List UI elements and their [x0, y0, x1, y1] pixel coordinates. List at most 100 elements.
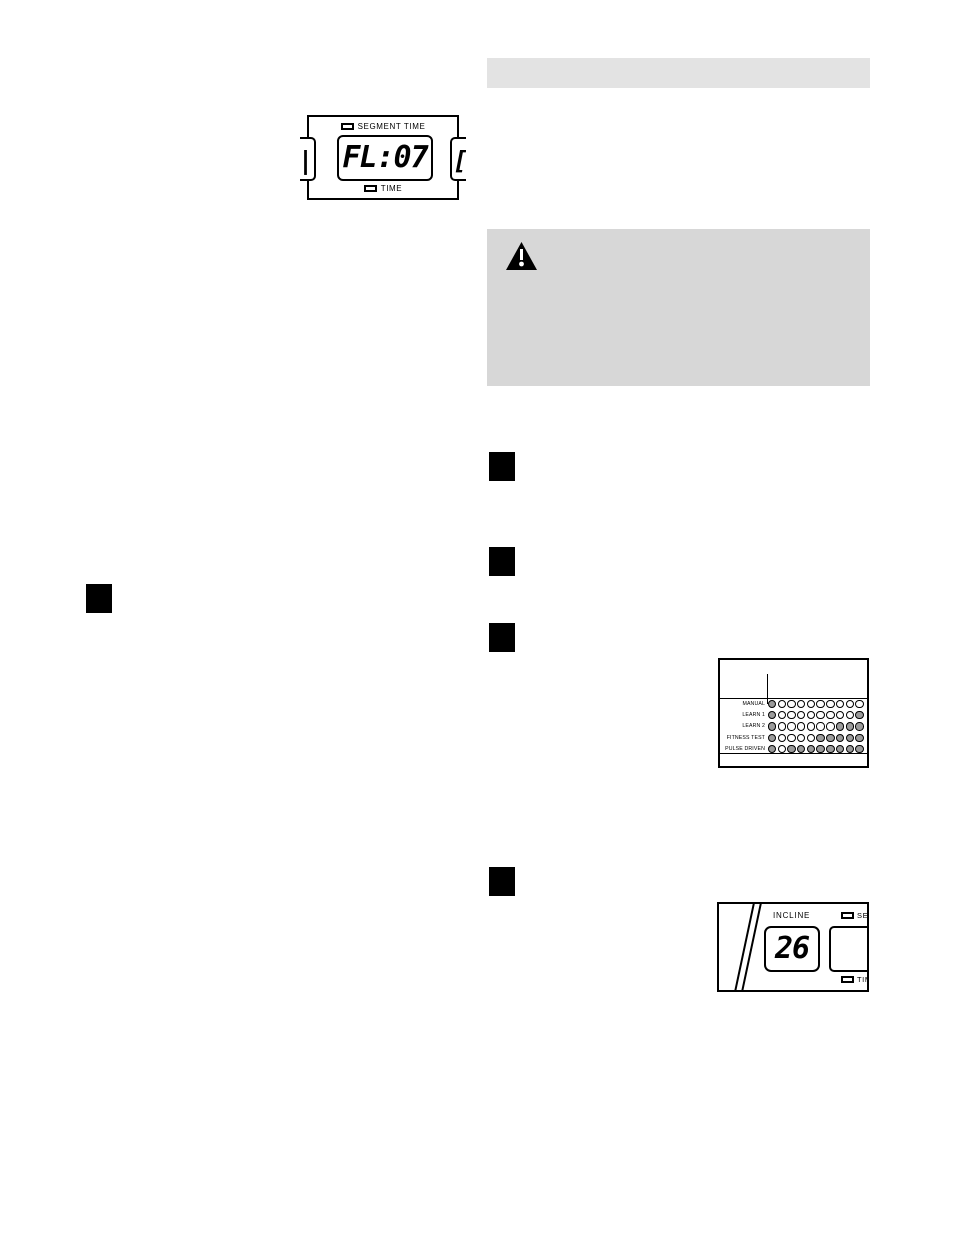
- matrix-dot: [787, 733, 796, 743]
- matrix-row-label-learn-2: LEARN 2: [742, 723, 765, 730]
- display-partial-left: |: [300, 137, 316, 181]
- led-indicator-icon: [363, 185, 377, 192]
- matrix-dot: [797, 733, 806, 743]
- section-header-bar: [487, 58, 870, 88]
- warning-panel: [487, 229, 870, 386]
- matrix-dots-manual: [767, 699, 864, 708]
- matrix-row: LEARN 2: [720, 721, 867, 732]
- matrix-dot: [797, 745, 806, 754]
- matrix-dot: [768, 733, 777, 743]
- matrix-dot: [797, 722, 806, 731]
- segment-time-lcd: FL:07: [337, 135, 433, 181]
- matrix-dot: [835, 745, 845, 754]
- matrix-dot: [777, 733, 787, 743]
- matrix-dot: [797, 699, 806, 708]
- incline-label: INCLINE: [773, 911, 811, 920]
- matrix-row-label-pulse-driven: PULSE DRIVEN: [725, 746, 765, 753]
- matrix-dot: [787, 722, 796, 731]
- step-marker-right-4: [489, 867, 515, 896]
- figure-incline-console: INCLINE 26 SEG TIM: [717, 902, 869, 992]
- matrix-dot: [787, 699, 796, 708]
- matrix-dot: [806, 699, 816, 708]
- matrix-dot: [826, 710, 835, 720]
- matrix-dots-learn-2: [767, 722, 864, 731]
- console-time-indicator-row: TIM: [841, 975, 867, 984]
- matrix-dot: [797, 710, 806, 720]
- matrix-dot: [845, 722, 854, 731]
- matrix-dot: [806, 722, 816, 731]
- matrix-dot: [835, 710, 845, 720]
- matrix-dot: [787, 710, 796, 720]
- matrix-dot: [845, 699, 854, 708]
- matrix-dot: [835, 722, 845, 731]
- matrix-dot: [845, 710, 854, 720]
- matrix-dot: [768, 710, 777, 720]
- console-time-indicator-label: TIM: [857, 975, 867, 984]
- step-marker-right-2: [489, 547, 515, 576]
- led-indicator-icon: [841, 976, 854, 983]
- matrix-dot: [806, 710, 816, 720]
- matrix-dot: [835, 733, 845, 743]
- led-indicator-icon: [841, 912, 854, 919]
- incline-lcd-value: 26: [774, 931, 810, 966]
- matrix-dot: [768, 699, 777, 708]
- matrix-row: FITNESS TEST: [720, 732, 867, 743]
- matrix-row: LEARN 1: [720, 709, 867, 720]
- matrix-dot: [806, 745, 816, 754]
- matrix-dot: [768, 745, 777, 754]
- matrix-dot: [777, 710, 787, 720]
- matrix-dot: [855, 733, 864, 743]
- manual-page: | [ SEGMENT TIME FL:07 TIME MANUAL: [0, 0, 954, 1235]
- matrix-dots-learn-1: [767, 710, 864, 720]
- step-marker-right-3: [489, 623, 515, 652]
- matrix-dot: [816, 745, 825, 754]
- console-segment-indicator-label: SEG: [857, 911, 869, 920]
- console-secondary-lcd: [829, 926, 867, 972]
- time-indicator-row: TIME: [309, 184, 457, 193]
- matrix-dot: [777, 699, 787, 708]
- matrix-dot: [826, 699, 835, 708]
- matrix-dot: [816, 710, 825, 720]
- display-partial-left-value: |: [300, 142, 313, 179]
- incline-lcd: 26: [764, 926, 820, 972]
- matrix-row-label-learn-1: LEARN 1: [742, 712, 765, 719]
- matrix-dot: [816, 733, 825, 743]
- matrix-grid: MANUAL LEARN 1 LEARN 2 FITNESS TEST PULS…: [720, 698, 867, 755]
- matrix-dot: [768, 722, 777, 731]
- matrix-dot: [816, 722, 825, 731]
- matrix-dot: [855, 722, 864, 731]
- matrix-dot: [826, 722, 835, 731]
- matrix-dot: [845, 733, 854, 743]
- matrix-dot: [835, 699, 845, 708]
- matrix-dot: [787, 745, 796, 754]
- matrix-dot: [777, 722, 787, 731]
- figure-program-matrix: MANUAL LEARN 1 LEARN 2 FITNESS TEST PULS…: [718, 658, 869, 768]
- segment-time-lcd-value: FL:07: [342, 140, 428, 175]
- section-header-text: [487, 58, 870, 72]
- console-segment-indicator-row: SEG: [841, 911, 869, 920]
- step-marker-left-1: [86, 584, 112, 613]
- matrix-dots-pulse-driven: [767, 745, 864, 754]
- matrix-dot: [777, 745, 787, 754]
- matrix-dot: [845, 745, 854, 754]
- matrix-row: PULSE DRIVEN: [720, 744, 867, 755]
- matrix-dot: [806, 733, 816, 743]
- segment-time-indicator-row: SEGMENT TIME: [309, 122, 457, 131]
- matrix-row: MANUAL: [720, 698, 867, 709]
- matrix-dots-fitness-test: [767, 733, 864, 743]
- figure-segment-time-display: | [ SEGMENT TIME FL:07 TIME: [300, 115, 466, 200]
- led-indicator-icon: [340, 123, 354, 130]
- matrix-dot: [826, 733, 835, 743]
- display-partial-right: [: [450, 137, 466, 181]
- matrix-row-label-fitness-test: FITNESS TEST: [726, 734, 765, 741]
- matrix-dot: [855, 745, 864, 754]
- step-marker-right-1: [489, 452, 515, 481]
- time-indicator-label: TIME: [380, 184, 403, 193]
- segment-time-indicator-label: SEGMENT TIME: [357, 122, 426, 131]
- matrix-dot: [855, 699, 864, 708]
- matrix-row-label-manual: MANUAL: [742, 700, 765, 707]
- matrix-dot: [855, 710, 864, 720]
- matrix-dot: [816, 699, 825, 708]
- warning-triangle-icon: [506, 242, 537, 270]
- matrix-dot: [826, 745, 835, 754]
